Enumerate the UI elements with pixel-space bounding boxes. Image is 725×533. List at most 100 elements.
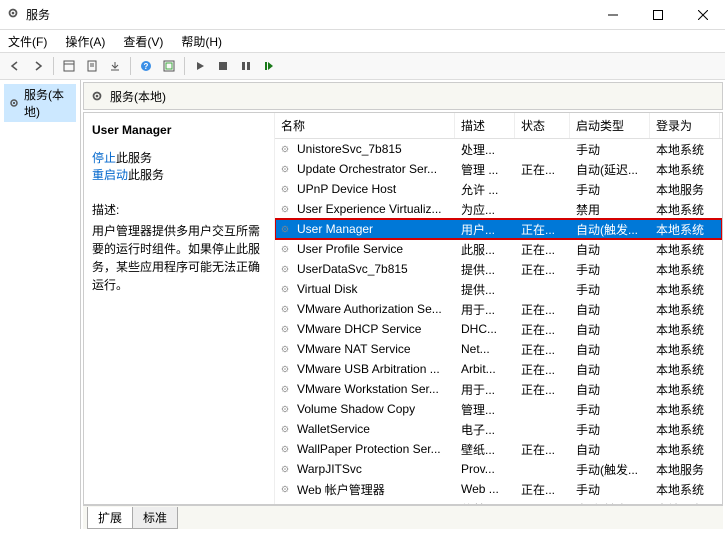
cell-desc: 提供... [457, 261, 517, 278]
gear-icon [90, 89, 104, 103]
stop-link[interactable]: 停止 [92, 151, 116, 165]
menu-file[interactable]: 文件(F) [4, 31, 51, 52]
cell-name: WarpJITSvc [293, 462, 457, 476]
service-row[interactable]: WarpJITSvcProv...手动(触发...本地服务 [275, 459, 722, 479]
gear-icon [277, 462, 293, 476]
cell-logon: 本地系统 [652, 141, 722, 158]
cell-desc: Prov... [457, 462, 517, 476]
service-row[interactable]: Update Orchestrator Ser...管理 ...正在...自动(… [275, 159, 722, 179]
cell-name: Web 帐户管理器 [293, 481, 457, 498]
stop-service-line: 停止此服务 [92, 149, 266, 166]
cell-name: User Experience Virtualiz... [293, 202, 457, 216]
col-start[interactable]: 启动类型 [570, 113, 650, 138]
gear-icon [277, 322, 293, 336]
gear-icon [277, 222, 293, 236]
service-row[interactable]: UPnP Device Host允许 ...手动本地服务 [275, 179, 722, 199]
pause-service-button[interactable] [235, 55, 257, 77]
service-row[interactable]: Virtual Disk提供...手动本地系统 [275, 279, 722, 299]
services-list[interactable]: 名称 描述 状态 启动类型 登录为 UnistoreSvc_7b815处理...… [274, 113, 722, 504]
list-header: 名称 描述 状态 启动类型 登录为 [275, 113, 722, 139]
service-row[interactable]: WebClient使基...自动(触发...本地服务 [275, 499, 722, 504]
service-row[interactable]: Volume Shadow Copy管理...手动本地系统 [275, 399, 722, 419]
service-row[interactable]: UserDataSvc_7b815提供...正在...手动本地系统 [275, 259, 722, 279]
gear-icon [277, 422, 293, 436]
cell-name: VMware DHCP Service [293, 322, 457, 336]
cell-status: 正在... [517, 381, 572, 398]
gear-icon [277, 342, 293, 356]
cell-desc: 用户... [457, 221, 517, 238]
export-button[interactable] [104, 55, 126, 77]
refresh-button[interactable] [158, 55, 180, 77]
gear-icon [277, 482, 293, 496]
cell-desc: Arbit... [457, 362, 517, 376]
panel-title: 服务(本地) [110, 88, 166, 105]
service-row[interactable]: VMware Authorization Se...用于...正在...自动本地… [275, 299, 722, 319]
cell-logon: 本地系统 [652, 481, 722, 498]
close-button[interactable] [680, 0, 725, 30]
gear-icon [277, 142, 293, 156]
service-row[interactable]: User Profile Service此服...正在...自动本地系统 [275, 239, 722, 259]
service-row[interactable]: UnistoreSvc_7b815处理...手动本地系统 [275, 139, 722, 159]
gear-icon [277, 182, 293, 196]
col-status[interactable]: 状态 [515, 113, 570, 138]
forward-button[interactable] [27, 55, 49, 77]
cell-logon: 本地系统 [652, 161, 722, 178]
cell-start: 自动 [572, 321, 652, 338]
service-row[interactable]: User Manager用户...正在...自动(触发...本地系统 [275, 219, 722, 239]
service-row[interactable]: WalletService电子...手动本地系统 [275, 419, 722, 439]
service-row[interactable]: Web 帐户管理器Web ...正在...手动本地系统 [275, 479, 722, 499]
service-row[interactable]: User Experience Virtualiz...为应...禁用本地系统 [275, 199, 722, 219]
toolbar: ? [0, 52, 725, 80]
cell-start: 自动(触发... [572, 501, 652, 505]
properties-button[interactable] [81, 55, 103, 77]
restart-service-button[interactable] [258, 55, 280, 77]
menu-action[interactable]: 操作(A) [61, 31, 109, 52]
start-service-button[interactable] [189, 55, 211, 77]
cell-desc: 处理... [457, 141, 517, 158]
cell-logon: 本地系统 [652, 381, 722, 398]
gear-icon [8, 96, 20, 110]
restart-service-line: 重启动此服务 [92, 166, 266, 183]
cell-logon: 本地系统 [652, 341, 722, 358]
cell-desc: 电子... [457, 421, 517, 438]
tree-panel: 服务(本地) [0, 80, 81, 529]
window-title: 服务 [26, 6, 590, 23]
service-row[interactable]: VMware DHCP ServiceDHC...正在...自动本地系统 [275, 319, 722, 339]
tab-standard[interactable]: 标准 [132, 507, 178, 529]
cell-start: 自动(延迟... [572, 161, 652, 178]
stop-service-button[interactable] [212, 55, 234, 77]
cell-name: Volume Shadow Copy [293, 402, 457, 416]
col-logon[interactable]: 登录为 [650, 113, 720, 138]
cell-status: 正在... [517, 361, 572, 378]
cell-start: 自动 [572, 381, 652, 398]
restart-link[interactable]: 重启动 [92, 168, 128, 182]
service-row[interactable]: VMware USB Arbitration ...Arbit...正在...自… [275, 359, 722, 379]
help-button[interactable]: ? [135, 55, 157, 77]
cell-start: 手动 [572, 141, 652, 158]
cell-desc: 提供... [457, 281, 517, 298]
minimize-button[interactable] [590, 0, 635, 30]
tree-item-services-local[interactable]: 服务(本地) [4, 84, 76, 122]
gear-icon [277, 282, 293, 296]
gear-icon [277, 242, 293, 256]
gear-icon [277, 382, 293, 396]
tab-extended[interactable]: 扩展 [87, 507, 133, 529]
back-button[interactable] [4, 55, 26, 77]
cell-name: WebClient [293, 502, 457, 504]
cell-start: 手动 [572, 481, 652, 498]
tree-item-label: 服务(本地) [24, 86, 72, 120]
service-row[interactable]: WallPaper Protection Ser...壁纸...正在...自动本… [275, 439, 722, 459]
service-row[interactable]: VMware NAT ServiceNet...正在...自动本地系统 [275, 339, 722, 359]
cell-name: WalletService [293, 422, 457, 436]
menu-view[interactable]: 查看(V) [119, 31, 167, 52]
cell-start: 手动 [572, 281, 652, 298]
show-hide-button[interactable] [58, 55, 80, 77]
service-row[interactable]: VMware Workstation Ser...用于...正在...自动本地系… [275, 379, 722, 399]
maximize-button[interactable] [635, 0, 680, 30]
col-desc[interactable]: 描述 [455, 113, 515, 138]
cell-logon: 本地服务 [652, 181, 722, 198]
cell-start: 自动 [572, 241, 652, 258]
menu-help[interactable]: 帮助(H) [177, 31, 226, 52]
col-name[interactable]: 名称 [275, 113, 455, 138]
cell-start: 手动 [572, 401, 652, 418]
